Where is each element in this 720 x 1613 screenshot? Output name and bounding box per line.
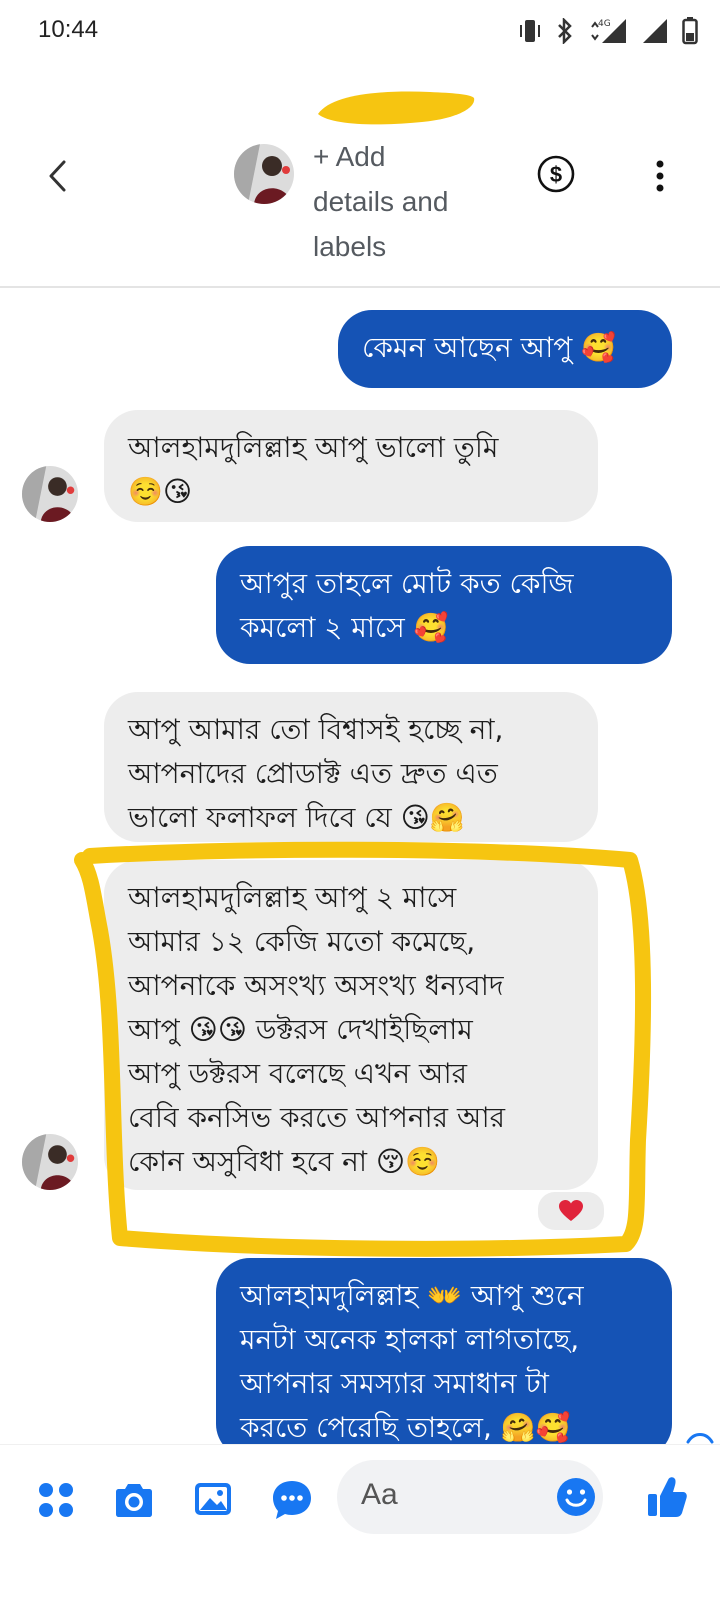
message-input[interactable]: Aa — [337, 1460, 603, 1534]
message-text: আপু ডক্টরস বলেছে এখন আর — [128, 1057, 468, 1090]
message-bubble-incoming[interactable]: আলহামদুলিল্লাহ আপু ২ মাসে আমার ১২ কেজি ম… — [104, 860, 598, 1190]
message-text: আপু 😘😘 ডক্টরস দেখাইছিলাম — [128, 1013, 473, 1046]
grid-menu-icon — [39, 1483, 73, 1517]
gallery-icon — [195, 1483, 231, 1515]
payment-button[interactable]: $ — [536, 154, 576, 194]
message-input-placeholder: Aa — [361, 1478, 398, 1511]
message-bubble-outgoing[interactable]: কেমন আছেন আপু 🥰 — [338, 310, 672, 388]
message-bubble-incoming[interactable]: আপু আমার তো বিশ্বাসই হচ্ছে না, আপনাদের প… — [104, 692, 598, 842]
message-text: আপনার সমস্যার সমাধান টা — [240, 1367, 549, 1400]
message-text: কোন অসুবিধা হবে না 😚☺️ — [128, 1145, 440, 1178]
message-text: মনটা অনেক হালকা লাগতাছে, — [240, 1323, 580, 1356]
dollar-circle-icon: $ — [537, 155, 575, 193]
reaction-badge[interactable] — [536, 1190, 606, 1232]
message-text: ☺️😘 — [128, 475, 193, 508]
contact-avatar[interactable] — [234, 144, 294, 204]
message-text: আপনাদের প্রোডাক্ট এত দ্রুত এত — [128, 757, 498, 790]
message-text: কমলো ২ মাসে 🥰 — [240, 611, 449, 644]
back-button[interactable] — [40, 150, 76, 200]
profile-photo — [234, 144, 294, 204]
thumbs-up-icon — [648, 1477, 687, 1517]
details-line: details and — [313, 186, 449, 217]
message-bubble-incoming[interactable]: আলহামদুলিল্লাহ আপু ভালো তুমি ☺️😘 — [104, 410, 598, 522]
svg-text:4G: 4G — [598, 19, 611, 29]
more-options-button[interactable] — [648, 156, 672, 196]
profile-photo — [22, 1134, 78, 1190]
battery-icon — [682, 17, 698, 45]
message-text: আমার ১২ কেজি মতো কমেছে, — [128, 925, 476, 958]
details-line: labels — [313, 231, 387, 262]
smiley-icon — [557, 1478, 595, 1516]
message-text: বেবি কনসিভ করতে আপনার আর — [128, 1101, 506, 1134]
bluetooth-icon — [558, 18, 572, 44]
message-text: আপু আমার তো বিশ্বাসই হচ্ছে না, — [128, 713, 504, 746]
svg-text:$: $ — [550, 162, 562, 187]
chat-bubble-icon — [273, 1481, 311, 1519]
contact-avatar-small[interactable] — [22, 1134, 78, 1190]
message-text: আপুর তাহলে মোট কত কেজি — [240, 567, 574, 600]
like-button[interactable] — [646, 1474, 688, 1524]
chevron-left-icon — [49, 160, 66, 192]
chat-extension-button[interactable] — [270, 1478, 314, 1526]
add-details-link[interactable]: + Add details and labels — [313, 134, 513, 269]
message-bubble-outgoing[interactable]: আপুর তাহলে মোট কত কেজি কমলো ২ মাসে 🥰 — [216, 546, 672, 664]
status-time: 10:44 — [38, 16, 99, 43]
mobile-signal-icon: 4G — [591, 19, 626, 43]
message-text: আপনাকে অসংখ্য অসংখ্য ধন্যবাদ — [128, 969, 504, 1002]
message-text: কেমন আছেন আপু 🥰 — [362, 331, 617, 364]
message-text: ভালো ফলাফল দিবে যে 😘🤗 — [128, 801, 465, 834]
details-line: + Add — [313, 141, 386, 172]
camera-icon — [116, 1484, 152, 1517]
contact-avatar-small[interactable] — [22, 466, 78, 522]
camera-button[interactable] — [112, 1480, 156, 1524]
redaction-mark — [318, 91, 475, 125]
message-bubble-outgoing[interactable]: আলহামদুলিল্লাহ 👐 আপু শুনে মনটা অনেক হালক… — [216, 1258, 672, 1458]
vertical-dots-icon — [656, 160, 664, 192]
message-text: আলহামদুলিল্লাহ 👐 আপু শুনে — [240, 1279, 584, 1312]
vibrate-icon — [520, 20, 540, 42]
profile-photo — [22, 466, 78, 522]
heart-icon — [559, 1200, 583, 1221]
message-text: আলহামদুলিল্লাহ আপু ভালো তুমি — [128, 431, 499, 464]
status-icons: 4G — [518, 16, 698, 46]
status-bar: 10:44 4G — [0, 0, 720, 64]
signal-icon — [643, 19, 667, 43]
scroll-indicator[interactable] — [680, 1426, 720, 1446]
gallery-button[interactable] — [192, 1478, 234, 1524]
message-text: আলহামদুলিল্লাহ আপু ২ মাসে — [128, 881, 457, 914]
emoji-button[interactable] — [555, 1476, 597, 1518]
more-actions-button[interactable] — [36, 1480, 76, 1524]
